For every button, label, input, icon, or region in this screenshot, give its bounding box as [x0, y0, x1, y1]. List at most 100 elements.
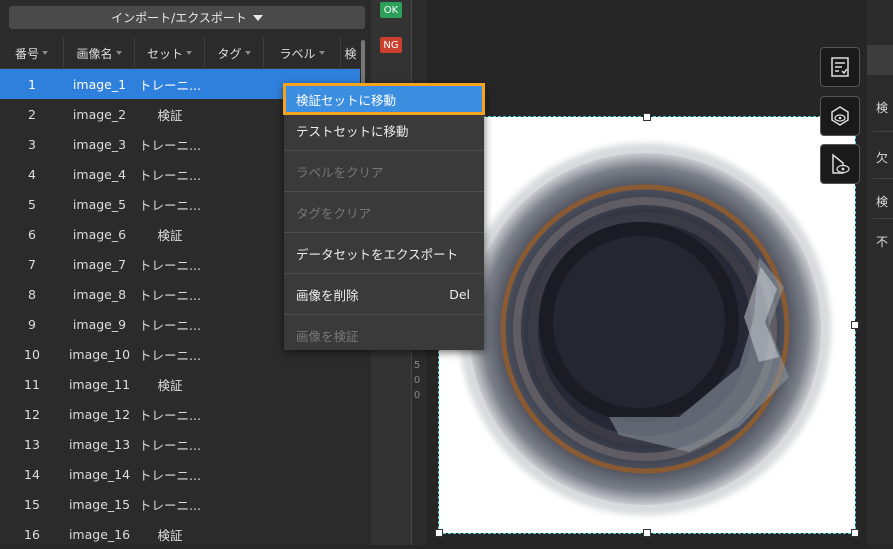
menu-separator	[284, 273, 484, 274]
ruler-digit: 5	[413, 360, 421, 371]
cell-set: 検証	[157, 527, 183, 543]
column-header-label[interactable]: ラベル	[264, 38, 341, 68]
resize-handle[interactable]	[851, 321, 859, 329]
polygon-label-tool-button[interactable]	[820, 96, 860, 136]
context-menu: 検証セットに移動 テストセットに移動 ラベルをクリア タグをクリア データセット…	[283, 83, 485, 350]
menu-separator	[284, 314, 484, 315]
cell-set: 検証	[157, 377, 183, 393]
cell-set: トレーニ...	[139, 497, 201, 513]
cell-set: トレーニ...	[139, 407, 201, 423]
cell-image-name: image_16	[68, 526, 131, 542]
checklist-tool-button[interactable]	[820, 47, 860, 87]
cell-number: 10	[24, 346, 40, 362]
cell-number: 4	[28, 166, 36, 182]
sort-icon	[115, 51, 122, 55]
ng-badge[interactable]: NG	[380, 37, 402, 53]
cell-image-name: image_7	[72, 256, 127, 272]
cell-set: トレーニ...	[139, 287, 201, 303]
menu-separator	[284, 150, 484, 151]
divider	[873, 131, 893, 132]
cell-image-name: image_9	[72, 316, 127, 332]
cell-image-name: image_2	[72, 106, 127, 122]
menu-item-validate-image[interactable]: 画像を検証	[284, 320, 484, 350]
cell-set: トレーニ...	[139, 77, 201, 93]
cell-image-name: image_3	[72, 136, 127, 152]
properties-panel	[867, 0, 893, 545]
bottle-image	[459, 143, 831, 515]
table-row[interactable]: 14 image_14 トレーニ...	[0, 459, 360, 489]
caret-down-icon	[252, 14, 263, 21]
cell-number: 16	[24, 526, 40, 542]
cell-set: トレーニ...	[139, 167, 201, 183]
column-header-set[interactable]: セット	[135, 38, 205, 68]
sample-image-bottle-top[interactable]	[438, 116, 856, 534]
mask-view-tool-button[interactable]	[820, 144, 860, 184]
cell-image-name: image_4	[72, 166, 127, 182]
table-row[interactable]: 15 image_15 トレーニ...	[0, 489, 360, 519]
cell-image-name: image_13	[68, 436, 131, 452]
resize-handle[interactable]	[643, 113, 651, 121]
column-header-validation[interactable]: 検	[341, 38, 360, 68]
sort-icon	[318, 51, 325, 55]
table-row[interactable]: 12 image_12 トレーニ...	[0, 399, 360, 429]
ok-badge[interactable]: OK	[380, 2, 402, 18]
cell-set: トレーニ...	[139, 347, 201, 363]
import-export-button[interactable]: インポート/エクスポート	[9, 6, 365, 29]
sort-icon	[186, 51, 192, 55]
cell-number: 7	[28, 256, 36, 272]
resize-handle[interactable]	[643, 529, 651, 537]
resize-handle[interactable]	[851, 529, 859, 537]
cell-image-name: image_5	[72, 196, 127, 212]
cell-image-name: image_10	[68, 346, 131, 362]
cell-number: 9	[28, 316, 36, 332]
ruler-digit: 0	[413, 375, 421, 386]
checklist-icon	[831, 57, 849, 77]
cell-set: トレーニ...	[139, 467, 201, 483]
menu-item-delete-image[interactable]: 画像を削除 Del	[284, 279, 484, 309]
menu-separator	[284, 191, 484, 192]
sort-icon	[244, 51, 251, 55]
column-header-number[interactable]: 番号	[0, 38, 64, 68]
menu-separator	[284, 232, 484, 233]
divider	[873, 218, 893, 219]
panel-tab[interactable]	[867, 45, 893, 75]
cell-number: 8	[28, 286, 36, 302]
cell-image-name: image_15	[68, 496, 131, 512]
cell-number: 14	[24, 466, 40, 482]
cell-image-name: image_12	[68, 406, 131, 422]
polygon-eye-icon	[831, 106, 849, 126]
menu-item-clear-tags[interactable]: タグをクリア	[284, 197, 484, 227]
resize-handle[interactable]	[435, 529, 443, 537]
cell-image-name: image_6	[72, 226, 127, 242]
panel-label: 不	[876, 235, 889, 249]
menu-item-move-to-validation[interactable]: 検証セットに移動	[283, 83, 485, 115]
cell-image-name: image_8	[72, 286, 127, 302]
cell-number: 15	[24, 496, 40, 512]
column-header-image-name[interactable]: 画像名	[64, 38, 135, 68]
cell-set: 検証	[157, 107, 183, 123]
cell-number: 5	[28, 196, 36, 212]
menu-item-export-dataset[interactable]: データセットをエクスポート	[284, 238, 484, 268]
cell-number: 2	[28, 106, 36, 122]
mask-eye-icon	[832, 153, 850, 174]
cell-image-name: image_14	[68, 466, 131, 482]
column-header-tag[interactable]: タグ	[205, 38, 264, 68]
import-export-label: インポート/エクスポート	[111, 11, 247, 25]
menu-item-clear-labels[interactable]: ラベルをクリア	[284, 156, 484, 186]
panel-label: 検	[876, 101, 889, 115]
cell-number: 6	[28, 226, 36, 242]
cell-set: トレーニ...	[139, 317, 201, 333]
table-row[interactable]: 11 image_11 検証	[0, 369, 360, 399]
cell-number: 3	[28, 136, 36, 152]
cell-number: 11	[24, 376, 40, 392]
cell-number: 12	[24, 406, 40, 422]
cell-number: 1	[28, 76, 36, 92]
ruler-digit: 0	[413, 390, 421, 401]
panel-label: 検	[876, 195, 889, 209]
table-row[interactable]: 13 image_13 トレーニ...	[0, 429, 360, 459]
cell-set: トレーニ...	[139, 197, 201, 213]
menu-item-move-to-test[interactable]: テストセットに移動	[284, 115, 484, 145]
divider	[873, 178, 893, 179]
table-header: 番号 画像名 セット タグ ラベル 検	[0, 38, 360, 69]
panel-label: 欠	[876, 151, 889, 165]
